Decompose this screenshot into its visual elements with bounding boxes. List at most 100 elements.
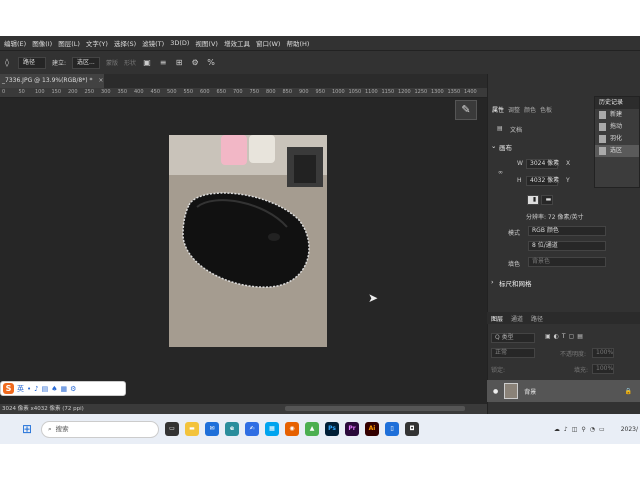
document-image[interactable] [169,135,327,347]
height-field[interactable]: 4032 像素 [526,176,559,186]
punctuation-icon[interactable]: • [27,385,31,393]
rulers-section-toggle[interactable]: › [491,278,494,286]
skin-icon[interactable]: ♠ [51,385,57,393]
eye-icon[interactable]: ● [493,388,498,395]
ruler-tick-label: 950 [315,89,326,95]
menu-image[interactable]: 图像(I) [32,38,52,48]
tab-paths[interactable]: 路径 [531,314,543,323]
document-icon [599,135,606,143]
path-alignment-icon[interactable]: ≡ [158,58,168,68]
close-icon[interactable]: × [98,77,103,84]
document-icon [599,123,606,131]
illustrator-icon[interactable]: Ai [365,422,379,436]
document-icon [599,147,606,155]
windows-start-icon[interactable]: ⊞ [22,422,35,436]
menu-window[interactable]: 窗口(W) [256,38,281,48]
path-arrangement-icon[interactable]: ⊞ [174,58,184,68]
tab-color[interactable]: 颜色 [524,105,536,114]
ime-language[interactable]: 英 [17,384,24,394]
path-mode-select[interactable]: 路径 [18,56,46,69]
ruler-tick-label: 50 [18,89,25,95]
history-item-label: 羽化 [610,135,623,142]
search-icon: ⌕ [48,424,52,433]
brush-settings-button[interactable]: ✎ [455,100,477,120]
shape-button[interactable]: 形状 [124,58,136,67]
bit-depth-select[interactable]: 8 位/通道 [528,241,606,251]
mail-icon[interactable]: ✉ [205,422,219,436]
tab-swatches[interactable]: 色板 [540,105,552,114]
document-icon: ▤ [497,125,503,132]
history-item[interactable]: 新建 [595,109,639,121]
history-item-label: 新建 [610,111,623,118]
menu-view[interactable]: 视图(V) [195,38,218,48]
ruler-tick-label: 1300 [431,89,444,95]
tab-adjustments[interactable]: 调整 [508,105,520,114]
build-label: 建立: [52,60,67,67]
ruler-tick-label: 200 [68,89,78,95]
align-edges-icon[interactable]: % [206,58,216,68]
layer-row[interactable]: ● 背景 🔒 [487,380,640,402]
ruler-tick-label: 1250 [414,89,428,95]
ruler-tick-label: 350 [117,89,128,95]
canvas-section-toggle[interactable]: ⌄ [491,142,496,150]
mode-select[interactable]: RGB 颜色 [528,226,606,236]
pen-tool-icon[interactable]: ◊ [2,58,12,68]
app-icon[interactable]: ▯ [385,422,399,436]
mask-button[interactable]: 蒙版 [106,58,118,67]
menu-filter[interactable]: 滤镜(T) [142,38,164,48]
menu-3d[interactable]: 3D(D) [170,39,189,47]
photoshop-icon[interactable]: Ps [325,422,339,436]
clock[interactable]: 2023/ [621,426,638,433]
edge-icon[interactable]: e [225,422,239,436]
menu-help[interactable]: 帮助(H) [286,38,309,48]
ime-toolbar[interactable]: S 英 • ♪ ▤ ♠ ▦ ⚙ [0,381,126,396]
horizontal-scrollbar[interactable] [285,406,465,411]
ruler-tick-label: 300 [101,89,111,95]
ruler-tick-label: 750 [249,89,260,95]
camera-app-icon[interactable]: ◘ [405,422,419,436]
history-item[interactable]: 选区 [595,145,639,157]
file-explorer-icon[interactable]: ▬ [185,422,199,436]
gear-icon[interactable]: ⚙ [70,385,76,393]
width-field[interactable]: 3024 像素 [526,159,559,169]
history-item[interactable]: 拖动 [595,121,639,133]
menu-type[interactable]: 文字(Y) [86,38,108,48]
ruler-tick-label: 850 [282,89,293,95]
opacity-field[interactable]: 100% [592,348,614,358]
width-label: W [517,160,523,167]
toolbox-icon[interactable]: ▦ [61,385,68,393]
lock-icon[interactable]: 🔒 [625,388,632,395]
firefox-icon[interactable]: ◉ [285,422,299,436]
fill-select[interactable]: 背景色 [528,257,606,267]
blend-mode-select[interactable]: 正常 [491,348,535,358]
system-tray-icons[interactable]: ☁♪◫⚲◔▭ [554,426,609,433]
menu-plugins[interactable]: 增效工具 [224,38,250,48]
portrait-orientation-icon[interactable]: ▮ [527,195,539,205]
menu-layer[interactable]: 图层(L) [58,38,80,48]
document-tab[interactable]: _7336.JPG @ 13.9%(RGB/8*) * × [0,74,104,88]
ruler-tick-label: 650 [216,89,227,95]
premiere-icon[interactable]: Pr [345,422,359,436]
tab-channels[interactable]: 通道 [511,314,523,323]
tab-layers[interactable]: 图层 [491,314,503,323]
tab-properties[interactable]: 属性 [492,105,504,114]
store-icon[interactable]: ▦ [265,422,279,436]
microphone-icon[interactable]: ♪ [34,385,38,393]
layer-filter-icons[interactable]: ▣◐T▢▤ [545,333,586,340]
lock-label: 锁定: [491,367,506,374]
taskbar-search[interactable]: ⌕ 搜索 [41,420,159,438]
notes-app-icon[interactable]: ✍ [245,422,259,436]
history-item[interactable]: 羽化 [595,133,639,145]
task-view-icon[interactable]: ▭ [165,422,179,436]
layer-filter-select[interactable]: Q 类型 [491,333,535,343]
link-icon[interactable]: ∞ [498,169,503,176]
menu-edit[interactable]: 编辑(E) [4,38,26,48]
keyboard-icon[interactable]: ▤ [42,385,49,393]
fill-opacity-field[interactable]: 100% [592,364,614,374]
selection-button[interactable]: 选区... [72,56,101,69]
landscape-orientation-icon[interactable]: ▬ [541,195,553,205]
path-operations-icon[interactable]: ▣ [142,58,152,68]
menu-select[interactable]: 选择(S) [114,38,136,48]
photos-app-icon[interactable]: ▲ [305,422,319,436]
gear-icon[interactable]: ⚙ [190,58,200,68]
